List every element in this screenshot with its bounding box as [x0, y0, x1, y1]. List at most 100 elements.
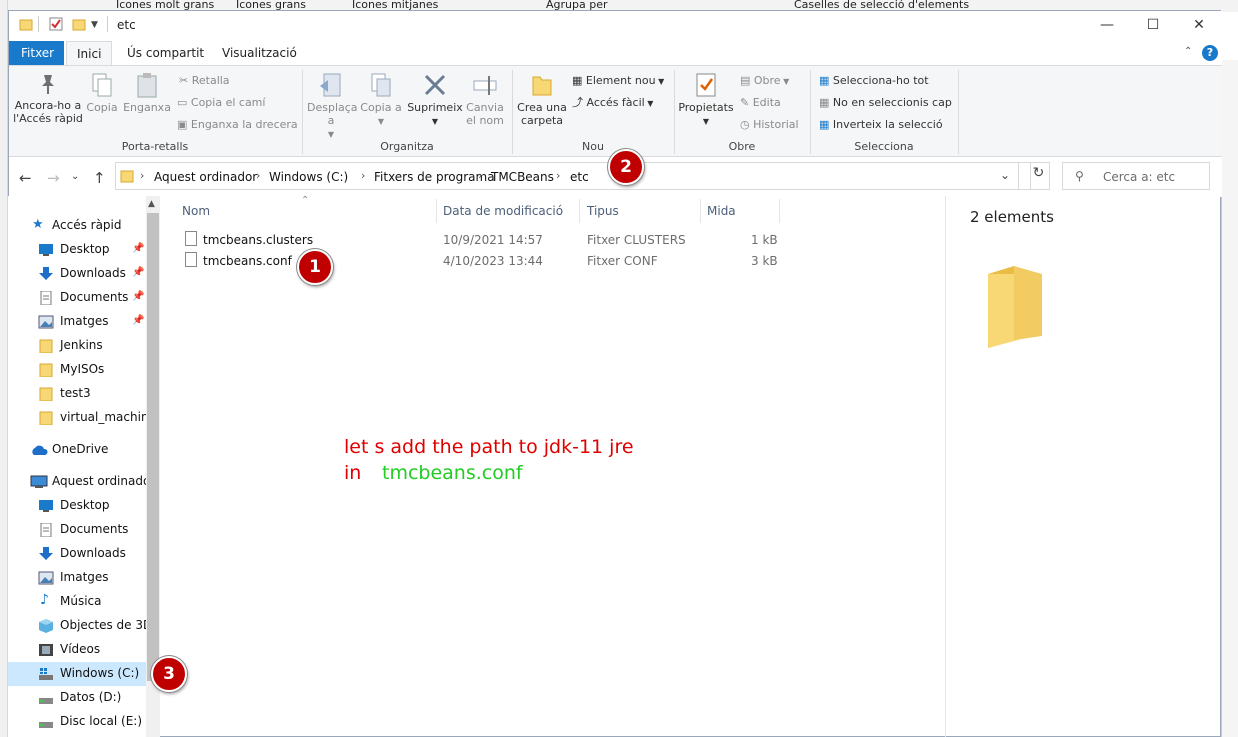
history-label: Historial [753, 118, 799, 131]
nav-test3[interactable]: test3 [8, 382, 146, 406]
documents-icon [38, 522, 54, 538]
nav-virtual-machine[interactable]: virtual_machine [8, 406, 156, 430]
nav-pc-musica[interactable]: ♪ Música [8, 590, 146, 614]
close-button[interactable]: ✕ [1176, 11, 1222, 41]
column-header-size[interactable]: Mida [707, 204, 736, 218]
edit-button[interactable]: ✎ Edita [740, 96, 781, 110]
tab-us-compartit[interactable]: Ús compartit [117, 41, 214, 65]
nav-pc-windows-c[interactable]: Windows (C:) [8, 662, 146, 686]
table-row[interactable]: tmcbeans.conf 4/10/2023 13:44 Fitxer CON… [178, 251, 778, 271]
pin-icon[interactable]: 📌 [132, 291, 144, 302]
up-arrow-icon[interactable]: ↑ [93, 169, 106, 187]
nav-documents[interactable]: Documents 📌 [8, 286, 146, 310]
new-folder-icon[interactable] [72, 17, 86, 31]
select-all-button[interactable]: ▦ Selecciona-ho tot [819, 74, 929, 88]
desktop-icon [38, 243, 54, 257]
column-header-name[interactable]: Nom [182, 204, 210, 218]
nav-pc-datos-d[interactable]: Datos (D:) [8, 686, 146, 710]
paste-button[interactable]: Enganxa [123, 72, 171, 114]
open-button[interactable]: ▤ Obre ▼ [740, 74, 789, 89]
pin-quick-access-button[interactable]: Ancora-ho a l'Accés ràpid [13, 72, 83, 125]
customize-dropdown-icon[interactable]: ▼ [91, 20, 105, 34]
nav-pc-imatges[interactable]: Imatges [8, 566, 146, 590]
tab-inici[interactable]: Inici [66, 41, 113, 66]
new-item-button[interactable]: ▦ Element nou ▼ [572, 74, 664, 89]
maximize-button[interactable]: ☐ [1130, 11, 1176, 41]
breadcrumb-windows-c[interactable]: Windows (C:) [269, 170, 348, 184]
nav-this-pc[interactable]: Aquest ordinador [8, 470, 155, 494]
nav-label: Música [60, 594, 102, 608]
help-icon[interactable]: ? [1202, 45, 1218, 61]
nav-quick-access[interactable]: ★ Accés ràpid [8, 214, 146, 238]
search-input[interactable]: ⚲ Cerca a: etc [1062, 162, 1210, 190]
nav-pc-disc-local-e[interactable]: Disc local (E:) [8, 710, 146, 734]
nav-jenkins[interactable]: Jenkins [8, 334, 146, 358]
move-to-button[interactable]: Desplaça a ▼ [307, 72, 358, 141]
paste-shortcut-button[interactable]: ▣ Enganxa la drecera [177, 118, 298, 132]
nav-pc-videos[interactable]: Vídeos [8, 638, 146, 662]
column-header-type[interactable]: Tipus [587, 204, 619, 218]
copy-path-button[interactable]: ▭ Copia el camí [177, 96, 265, 110]
properties-check-icon[interactable] [49, 17, 63, 31]
pin-icon[interactable]: 📌 [132, 315, 144, 326]
breadcrumb-etc[interactable]: etc [570, 170, 589, 184]
breadcrumb-separator-icon[interactable]: › [556, 169, 560, 182]
select-none-button[interactable]: ▦ No en seleccionis cap [819, 96, 952, 110]
nav-pc-documents[interactable]: Documents [8, 518, 146, 542]
nav-myisos[interactable]: MyISOs [8, 358, 146, 382]
column-separator[interactable] [700, 199, 701, 223]
nav-label: Imatges [60, 314, 109, 328]
details-pane-separator[interactable] [945, 196, 946, 737]
expand-ribbon-icon[interactable]: ⌃ [1184, 46, 1192, 57]
breadcrumb-tmcbeans[interactable]: TMCBeans [491, 170, 554, 184]
address-bar[interactable]: › Aquest ordinador › Windows (C:) › Fitx… [115, 162, 1031, 190]
easy-access-button[interactable]: ⤴ Accés fàcil ▼ [572, 96, 653, 111]
delete-button[interactable]: Suprimeix ▼ [407, 72, 463, 128]
nav-pc-3d-objects[interactable]: Objectes de 3D [8, 614, 152, 638]
nav-downloads[interactable]: Downloads 📌 [8, 262, 146, 286]
tab-fitxer[interactable]: Fitxer [9, 41, 64, 65]
copy-button[interactable]: Copia [85, 72, 119, 114]
breadcrumb-program-files[interactable]: Fitxers de programa [374, 170, 495, 184]
folder-icon [19, 17, 33, 31]
breadcrumb-separator-icon[interactable]: › [478, 169, 482, 182]
address-dropdown-icon[interactable]: ⌄ [1000, 168, 1010, 182]
breadcrumb-this-pc[interactable]: Aquest ordinador [154, 170, 257, 184]
tab-visualitzacio[interactable]: Visualització [212, 41, 307, 65]
properties-button[interactable]: Propietats ▼ [677, 72, 735, 128]
cut-button[interactable]: ✂ Retalla [179, 74, 230, 88]
invert-selection-button[interactable]: ▦ Inverteix la selecció [819, 118, 943, 132]
rename-button[interactable]: Canvia el nom [463, 72, 507, 127]
nav-label: Disc local (E:) [60, 714, 143, 728]
breadcrumb-separator-icon[interactable]: › [361, 169, 365, 182]
nav-pc-desktop[interactable]: Desktop [8, 494, 146, 518]
breadcrumb-separator-icon[interactable]: › [256, 169, 260, 182]
column-separator[interactable] [579, 199, 580, 223]
open-label: Obre [753, 74, 781, 87]
nav-desktop[interactable]: Desktop 📌 [8, 238, 146, 262]
refresh-icon[interactable]: ↻ [1028, 162, 1050, 190]
column-header-date[interactable]: Data de modificació [443, 204, 563, 218]
nav-label: Downloads [60, 546, 126, 560]
recent-dropdown-icon[interactable]: ⌄ [71, 171, 79, 182]
nav-scrollbar-thumb[interactable] [147, 213, 159, 681]
new-folder-button[interactable]: Crea una carpeta [515, 72, 569, 127]
breadcrumb-separator-icon[interactable]: › [140, 169, 144, 182]
pin-icon[interactable]: 📌 [132, 267, 144, 278]
pin-icon[interactable]: 📌 [132, 243, 144, 254]
scroll-up-arrow-icon[interactable]: ▲ [148, 199, 155, 209]
minimize-button[interactable]: — [1084, 11, 1130, 41]
nav-imatges[interactable]: Imatges 📌 [8, 310, 146, 334]
column-separator[interactable] [436, 199, 437, 223]
copy-to-button[interactable]: Copia a ▼ [359, 72, 403, 128]
table-row[interactable]: tmcbeans.clusters 10/9/2021 14:57 Fitxer… [178, 230, 778, 250]
forward-arrow-icon[interactable]: → [47, 169, 60, 187]
column-separator[interactable] [779, 199, 780, 223]
back-arrow-icon[interactable]: ← [19, 169, 32, 187]
history-button[interactable]: ◷ Historial [740, 118, 799, 132]
nav-onedrive[interactable]: OneDrive [8, 438, 146, 462]
nav-pc-downloads[interactable]: Downloads [8, 542, 146, 566]
dropdown-arrow-icon: ▼ [655, 77, 665, 86]
nav-label: Desktop [60, 242, 110, 256]
copy-path-label: Copia el camí [190, 96, 266, 109]
